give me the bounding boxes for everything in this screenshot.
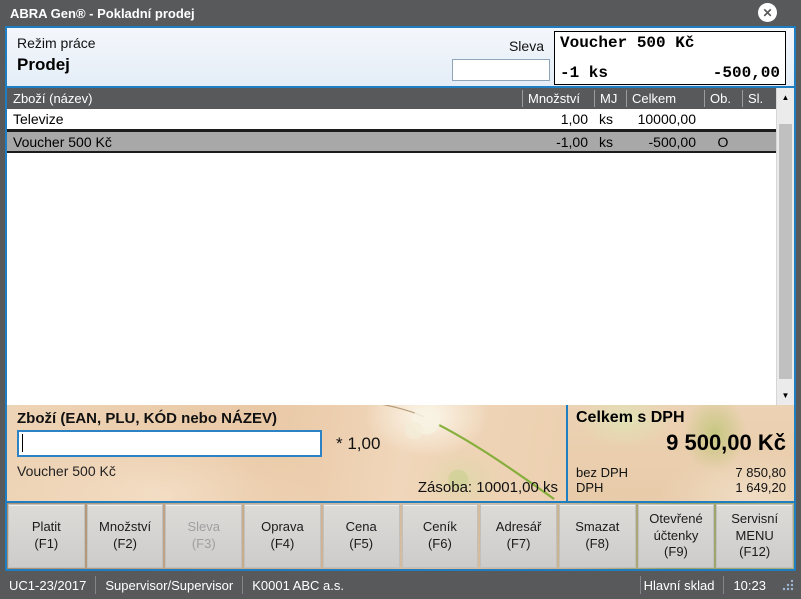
grid-header: Zboží (název) Množství MJ Celkem Ob. Sl.	[7, 88, 776, 109]
scroll-down-icon[interactable]: ▼	[777, 387, 794, 404]
button-label: Adresář	[496, 519, 542, 536]
scroll-up-icon[interactable]: ▲	[777, 89, 794, 106]
status-register-id: UC1-23/2017	[6, 576, 96, 594]
button-label: Oprava	[261, 519, 304, 536]
bottom-panel: Zboží (EAN, PLU, KÓD nebo NÁZEV) * 1,00 …	[7, 405, 794, 503]
window-title: ABRA Gen® - Pokladní prodej	[10, 6, 195, 21]
button-label: Cena	[346, 519, 377, 536]
address-book-button[interactable]: Adresář (F7)	[480, 504, 557, 568]
cell-qty: -1,00	[522, 134, 594, 150]
table-row[interactable]: Televize 1,00 ks 10000,00	[7, 109, 776, 131]
table-row-selected[interactable]: Voucher 500 Kč -1,00 ks -500,00 O	[7, 131, 776, 153]
vat-row: DPH 1 649,20	[576, 480, 786, 495]
text-caret	[22, 434, 23, 452]
customer-display: Voucher 500 Kč -1 ks -500,00	[554, 31, 786, 85]
button-key: (F5)	[349, 536, 373, 553]
product-input-row: * 1,00	[17, 430, 556, 457]
status-user: Supervisor/Supervisor	[96, 576, 243, 594]
total-with-vat-label: Celkem s DPH	[576, 409, 786, 427]
button-label: Sleva	[187, 519, 220, 536]
header-mj[interactable]: MJ	[594, 90, 626, 107]
button-key: (F3)	[192, 536, 216, 553]
without-vat-value: 7 850,80	[735, 465, 786, 480]
close-icon: ✕	[762, 7, 772, 19]
delete-button[interactable]: Smazat (F8)	[559, 504, 636, 568]
stock-info: Zásoba: 10001,00 ks	[418, 479, 558, 496]
button-key: (F9)	[664, 544, 688, 561]
vat-value: 1 649,20	[735, 480, 786, 495]
totals-panel: Celkem s DPH 9 500,00 Kč bez DPH 7 850,8…	[566, 405, 794, 501]
status-right-group: Hlavní sklad 10:23	[640, 576, 795, 594]
status-bar: UC1-23/2017 Supervisor/Supervisor K0001 …	[0, 571, 801, 599]
discount-label: Sleva	[509, 38, 544, 54]
button-key: (F4)	[271, 536, 295, 553]
button-key: (F12)	[739, 544, 770, 561]
content-frame: Režim práce Prodej Sleva Voucher 500 Kč …	[5, 26, 796, 571]
scrollbar-thumb[interactable]	[779, 124, 792, 379]
total-with-vat-value: 9 500,00 Kč	[576, 430, 786, 456]
product-entry-panel: Zboží (EAN, PLU, KÓD nebo NÁZEV) * 1,00 …	[7, 405, 566, 501]
button-label: Otevřené účtenky	[641, 511, 712, 545]
header-ob[interactable]: Ob.	[704, 90, 742, 107]
button-label: Platit	[32, 519, 61, 536]
cell-mj: ks	[594, 111, 626, 127]
discount-input[interactable]	[452, 59, 550, 81]
cell-total: -500,00	[626, 134, 704, 150]
button-label: Servisní MENU	[719, 511, 790, 545]
header-total[interactable]: Celkem	[626, 90, 704, 107]
work-mode-label: Režim práce	[17, 35, 96, 51]
without-vat-row: bez DPH 7 850,80	[576, 465, 786, 480]
header-qty[interactable]: Množství	[522, 90, 594, 107]
discount-button: Sleva (F3)	[165, 504, 242, 568]
scanned-product-name: Voucher 500 Kč	[17, 463, 556, 479]
button-key: (F2)	[113, 536, 137, 553]
quantity-button[interactable]: Množství (F2)	[87, 504, 164, 568]
customer-display-amount: -500,00	[713, 64, 780, 82]
button-key: (F1)	[34, 536, 58, 553]
without-vat-label: bez DPH	[576, 465, 628, 480]
close-button[interactable]: ✕	[758, 3, 777, 22]
button-key: (F8)	[585, 536, 609, 553]
customer-display-line1: Voucher 500 Kč	[560, 34, 780, 52]
button-label: Smazat	[575, 519, 619, 536]
status-clock: 10:23	[723, 576, 775, 594]
customer-display-qty: -1 ks	[560, 64, 608, 82]
product-input-label: Zboží (EAN, PLU, KÓD nebo NÁZEV)	[17, 410, 556, 427]
cell-total: 10000,00	[626, 111, 704, 127]
mode-panel: Režim práce Prodej Sleva Voucher 500 Kč …	[7, 28, 794, 88]
function-button-strip: Platit (F1) Množství (F2) Sleva (F3) Opr…	[7, 503, 794, 569]
cell-name: Voucher 500 Kč	[7, 134, 522, 150]
cell-qty: 1,00	[522, 111, 594, 127]
status-company: K0001 ABC a.s.	[243, 576, 353, 594]
status-warehouse: Hlavní sklad	[640, 576, 724, 594]
cell-mj: ks	[594, 134, 626, 150]
service-menu-button[interactable]: Servisní MENU (F12)	[716, 504, 793, 568]
app-window: ABRA Gen® - Pokladní prodej ✕ Režim prác…	[0, 0, 801, 599]
button-label: Ceník	[423, 519, 457, 536]
button-key: (F7)	[507, 536, 531, 553]
items-grid: Zboží (název) Množství MJ Celkem Ob. Sl.…	[7, 88, 776, 153]
product-input-wrap	[17, 430, 322, 457]
button-label: Množství	[99, 519, 151, 536]
price-list-button[interactable]: Ceník (F6)	[402, 504, 479, 568]
resize-grip-icon[interactable]	[781, 578, 795, 592]
header-sl[interactable]: Sl.	[742, 90, 776, 107]
title-bar: ABRA Gen® - Pokladní prodej ✕	[0, 0, 801, 26]
correction-button[interactable]: Oprava (F4)	[244, 504, 321, 568]
vat-label: DPH	[576, 480, 603, 495]
work-mode-value: Prodej	[17, 55, 70, 75]
product-search-input[interactable]	[17, 430, 322, 457]
quantity-multiplier: * 1,00	[336, 434, 380, 454]
open-receipts-button[interactable]: Otevřené účtenky (F9)	[638, 504, 715, 568]
vertical-scrollbar[interactable]: ▲ ▼	[776, 88, 794, 405]
customer-display-line2: -1 ks -500,00	[560, 64, 780, 82]
pay-button[interactable]: Platit (F1)	[8, 504, 85, 568]
items-table: Zboží (název) Množství MJ Celkem Ob. Sl.…	[7, 88, 794, 405]
cell-ob: O	[704, 134, 742, 150]
cell-name: Televize	[7, 111, 522, 127]
header-name[interactable]: Zboží (název)	[7, 90, 522, 107]
price-button[interactable]: Cena (F5)	[323, 504, 400, 568]
button-key: (F6)	[428, 536, 452, 553]
